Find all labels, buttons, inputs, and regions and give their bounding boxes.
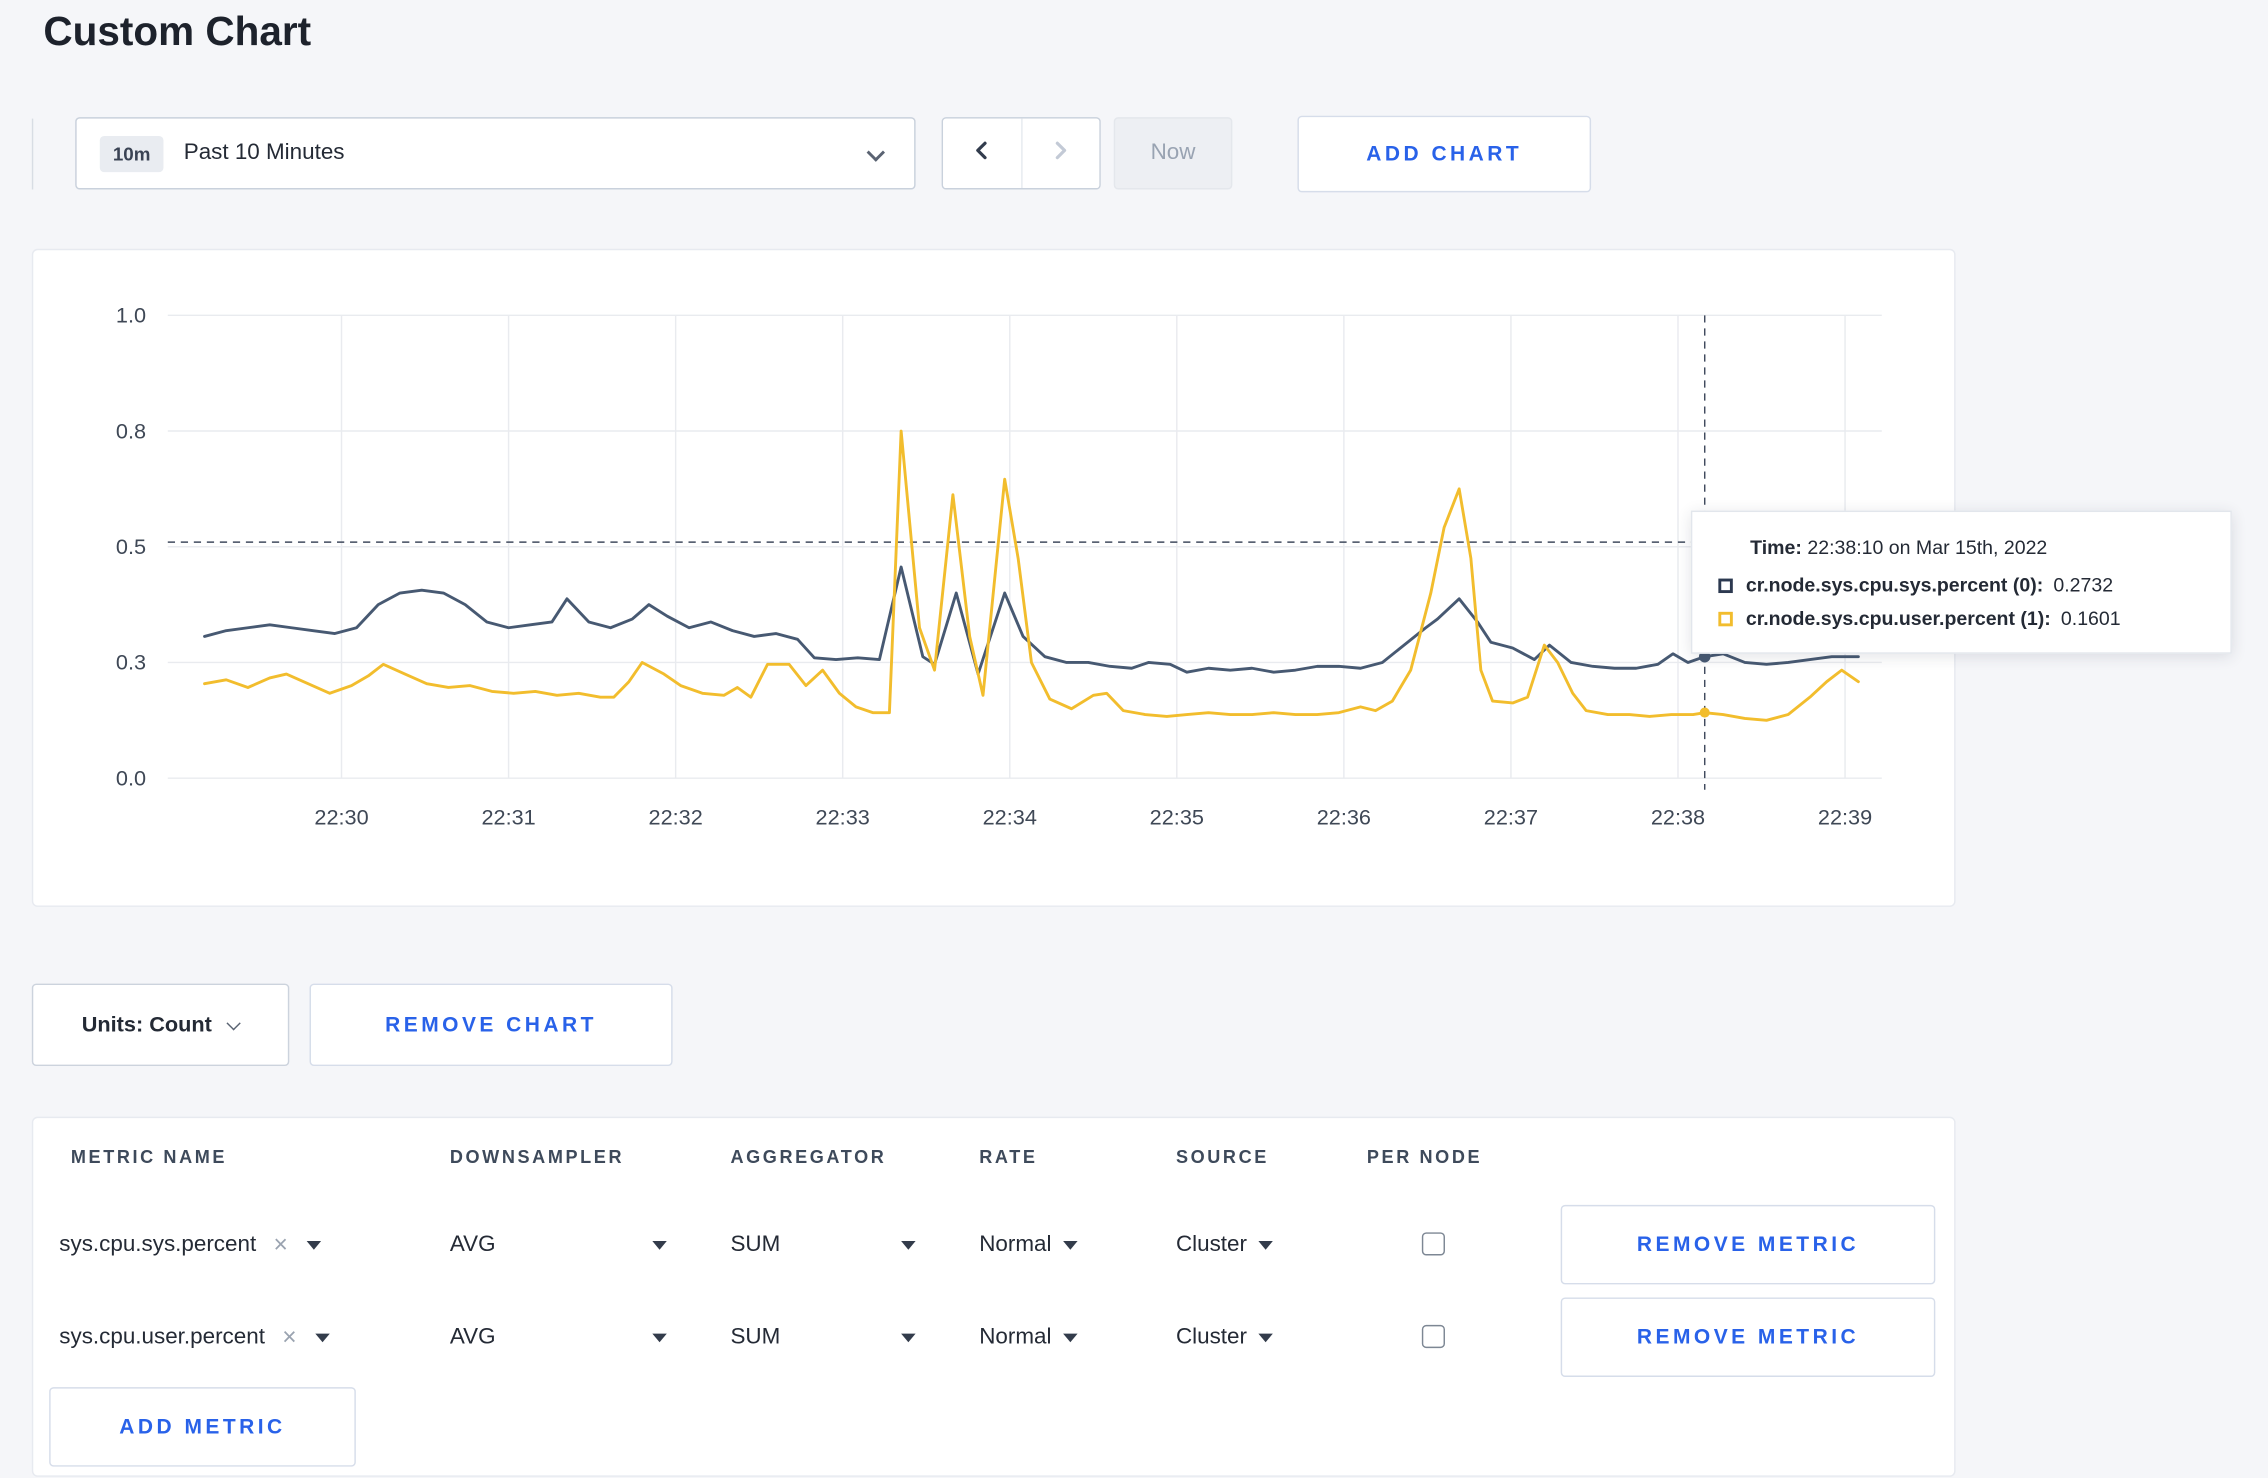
per-node-checkbox[interactable] <box>1421 1232 1445 1256</box>
svg-text:22:34: 22:34 <box>983 804 1037 829</box>
svg-text:0.3: 0.3 <box>116 650 146 675</box>
chevron-down-icon <box>227 1015 242 1030</box>
header-rate: RATE <box>979 1147 1038 1168</box>
tooltip-swatch <box>1718 577 1733 593</box>
aggregator-select[interactable]: SUM <box>730 1297 916 1377</box>
svg-text:1.0: 1.0 <box>116 303 146 328</box>
rate-value: Normal <box>979 1231 1052 1257</box>
aggregator-select[interactable]: SUM <box>730 1205 916 1285</box>
svg-text:22:37: 22:37 <box>1484 804 1538 829</box>
source-value: Cluster <box>1175 1324 1247 1349</box>
metric-select[interactable]: sys.cpu.user.percent × <box>59 1297 330 1377</box>
downsampler-select[interactable]: AVG <box>450 1205 667 1285</box>
chart-tooltip: Time: 22:38:10 on Mar 15th, 2022 cr.node… <box>1690 510 2232 654</box>
toolbar-divider <box>31 118 34 190</box>
now-button[interactable]: Now <box>1113 117 1233 190</box>
header-downsampler: DOWNSAMPLER <box>449 1147 625 1168</box>
tooltip-time-value: 22:38:10 on Mar 15th, 2022 <box>1807 536 2048 559</box>
chevron-right-icon <box>1049 138 1072 168</box>
time-nav-group <box>941 117 1101 190</box>
time-range-label: Past 10 Minutes <box>183 140 345 165</box>
aggregator-value: SUM <box>730 1231 781 1257</box>
svg-text:22:32: 22:32 <box>649 804 703 829</box>
header-metric-name: METRIC NAME <box>70 1147 228 1168</box>
tooltip-time-row: Time: 22:38:10 on Mar 15th, 2022 <box>1750 537 2204 559</box>
chart-canvas[interactable]: 0.0 0.3 0.5 0.8 1.0 22:30 22:31 22:32 22:33 22:34… <box>33 250 1957 908</box>
caret-down-icon <box>306 1240 322 1249</box>
chevron-down-icon <box>866 143 886 162</box>
metric-select[interactable]: sys.cpu.sys.percent × <box>59 1205 322 1285</box>
aggregator-value: SUM <box>730 1324 781 1349</box>
svg-text:22:33: 22:33 <box>816 804 870 829</box>
svg-text:22:30: 22:30 <box>314 804 368 829</box>
chart-card: 0.0 0.3 0.5 0.8 1.0 22:30 22:31 22:32 22:33 22:34… <box>31 248 2232 908</box>
tooltip-swatch <box>1718 611 1733 626</box>
chevron-left-icon <box>970 138 993 168</box>
custom-chart-page: Custom Chart 10m Past 10 Minutes Now ADD… <box>0 0 2268 1478</box>
chart-controls-row: Units: Count REMOVE CHART <box>0 983 2268 1067</box>
header-aggregator: AGGREGATOR <box>730 1147 887 1168</box>
caret-down-icon <box>652 1332 667 1342</box>
svg-text:22:39: 22:39 <box>1818 804 1872 829</box>
remove-metric-button[interactable]: REMOVE METRIC <box>1560 1204 1936 1285</box>
tooltip-time-label: Time: <box>1750 536 1802 559</box>
svg-text:22:38: 22:38 <box>1651 804 1705 829</box>
metrics-table: METRIC NAME DOWNSAMPLER AGGREGATOR RATE … <box>31 1116 1956 1477</box>
prev-range-button[interactable] <box>943 118 1021 189</box>
page-title: Custom Chart <box>43 8 312 54</box>
header-per-node: PER NODE <box>1366 1147 1483 1168</box>
clear-metric-icon[interactable]: × <box>274 1230 288 1259</box>
svg-text:22:35: 22:35 <box>1150 804 1204 829</box>
per-node-checkbox[interactable] <box>1421 1324 1445 1349</box>
rate-select[interactable]: Normal <box>979 1297 1078 1377</box>
source-select[interactable]: Cluster <box>1175 1205 1274 1285</box>
metric-name: sys.cpu.sys.percent <box>59 1231 257 1257</box>
caret-down-icon <box>1258 1240 1274 1249</box>
caret-down-icon <box>315 1332 330 1342</box>
units-select[interactable]: Units: Count <box>31 983 290 1067</box>
svg-text:22:36: 22:36 <box>1317 804 1371 829</box>
caret-down-icon <box>901 1332 916 1342</box>
add-metric-button[interactable]: ADD METRIC <box>49 1387 356 1467</box>
time-range-badge: 10m <box>99 135 164 172</box>
tooltip-series-row: cr.node.sys.cpu.sys.percent (0): 0.2732 <box>1718 574 2204 596</box>
caret-down-icon <box>901 1240 916 1249</box>
add-chart-button[interactable]: ADD CHART <box>1297 115 1592 193</box>
next-range-button[interactable] <box>1020 118 1100 189</box>
header-source: SOURCE <box>1175 1147 1269 1168</box>
rate-value: Normal <box>979 1324 1052 1349</box>
svg-text:0.0: 0.0 <box>116 765 146 790</box>
units-label: Units: Count <box>81 1012 212 1038</box>
svg-text:0.8: 0.8 <box>116 418 146 443</box>
caret-down-icon <box>1063 1332 1078 1342</box>
remove-chart-button[interactable]: REMOVE CHART <box>309 983 673 1067</box>
source-value: Cluster <box>1175 1231 1247 1257</box>
source-select[interactable]: Cluster <box>1175 1297 1274 1377</box>
rate-select[interactable]: Normal <box>979 1205 1078 1285</box>
svg-text:22:31: 22:31 <box>481 804 535 829</box>
tooltip-series-value: 0.1601 <box>2060 607 2121 630</box>
downsampler-value: AVG <box>449 1324 496 1349</box>
tooltip-series-row: cr.node.sys.cpu.user.percent (1): 0.1601 <box>1718 607 2204 630</box>
downsampler-select[interactable]: AVG <box>450 1297 667 1377</box>
tooltip-series-value: 0.2732 <box>2053 574 2114 596</box>
caret-down-icon <box>1063 1240 1078 1249</box>
tooltip-series-label: cr.node.sys.cpu.sys.percent (0): <box>1745 574 2044 596</box>
caret-down-icon <box>1258 1332 1274 1342</box>
caret-down-icon <box>652 1240 667 1249</box>
downsampler-value: AVG <box>449 1231 496 1257</box>
svg-text:0.5: 0.5 <box>116 534 146 559</box>
time-range-select[interactable]: 10m Past 10 Minutes <box>75 117 916 190</box>
metric-name: sys.cpu.user.percent <box>59 1324 265 1349</box>
toolbar: 10m Past 10 Minutes Now ADD CHART <box>0 115 2268 194</box>
tooltip-series-label: cr.node.sys.cpu.user.percent (1): <box>1745 607 2051 630</box>
clear-metric-icon[interactable]: × <box>282 1323 296 1352</box>
remove-metric-button[interactable]: REMOVE METRIC <box>1560 1297 1936 1377</box>
